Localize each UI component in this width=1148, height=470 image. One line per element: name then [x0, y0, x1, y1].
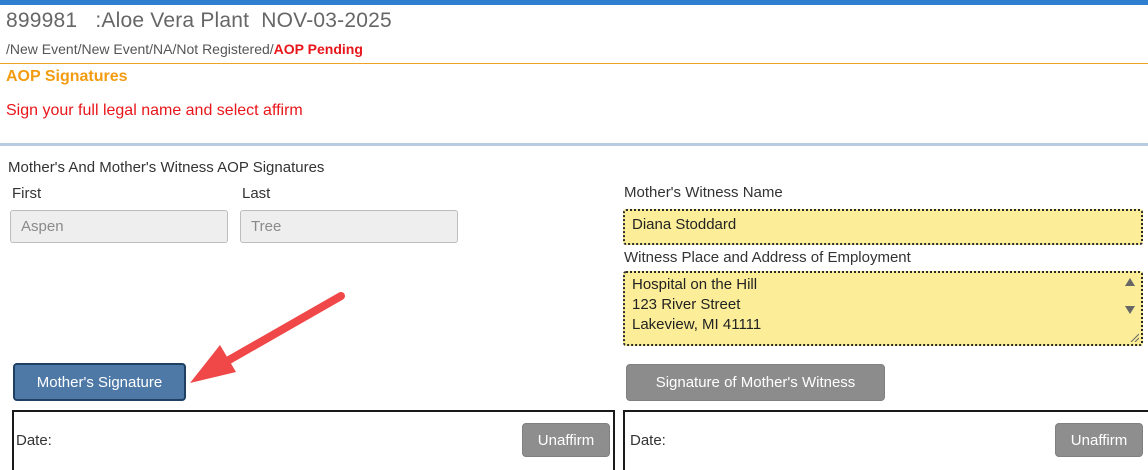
witness-employment-label: Witness Place and Address of Employment: [624, 249, 911, 266]
page-title: 899981 :Aloe Vera Plant NOV-03-2025: [6, 9, 392, 33]
panel-title: Mother's And Mother's Witness AOP Signat…: [8, 159, 325, 176]
mothers-signature-button[interactable]: Mother's Signature: [13, 363, 186, 401]
mother-unaffirm-button[interactable]: Unaffirm: [522, 423, 610, 457]
witness-signature-button[interactable]: Signature of Mother's Witness: [626, 364, 885, 401]
witness-name-label: Mother's Witness Name: [624, 184, 783, 201]
panel-divider: [0, 143, 1148, 146]
witness-name-input[interactable]: Diana Stoddard: [623, 209, 1143, 245]
section-divider: [0, 63, 1148, 64]
breadcrumb-path: /New Event/New Event/NA/Not Registered/: [6, 41, 274, 57]
last-name-label: Last: [242, 185, 271, 202]
last-name-field: Tree: [240, 210, 458, 243]
resize-grip-icon[interactable]: [1129, 332, 1139, 342]
record-id: 899981: [6, 9, 78, 32]
witness-signature-box: Date: Unaffirm: [623, 410, 1148, 470]
scroll-down-icon[interactable]: [1125, 306, 1135, 314]
employment-line: Lakeview, MI 41111: [632, 316, 762, 333]
first-name-label: First: [12, 185, 42, 202]
mother-date-label: Date:: [16, 432, 52, 449]
witness-unaffirm-button[interactable]: Unaffirm: [1055, 423, 1143, 457]
witness-date-label: Date:: [630, 432, 666, 449]
witness-employment-textarea[interactable]: Hospital on the Hill 123 River Street La…: [623, 271, 1143, 346]
section-title: AOP Signatures: [6, 68, 128, 85]
breadcrumb: /New Event/New Event/NA/Not Registered/A…: [6, 41, 363, 57]
top-accent-bar: [0, 0, 1148, 5]
status-badge: AOP Pending: [273, 41, 363, 57]
first-name-field: Aspen: [10, 210, 228, 243]
instruction-text: Sign your full legal name and select aff…: [6, 102, 303, 119]
employment-line: 123 River Street: [632, 296, 741, 313]
employment-line: Hospital on the Hill: [632, 276, 758, 293]
record-date: NOV-03-2025: [261, 9, 392, 32]
scroll-up-icon[interactable]: [1125, 278, 1135, 286]
mother-signature-box: Date: Unaffirm: [12, 410, 615, 470]
record-name: :Aloe Vera Plant: [95, 9, 250, 32]
